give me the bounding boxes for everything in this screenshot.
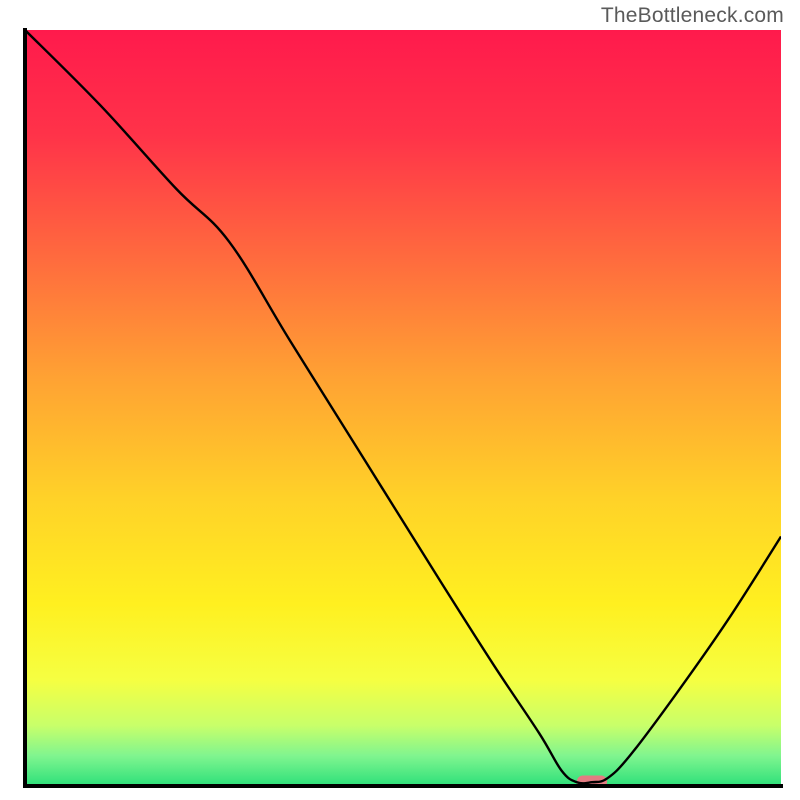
gradient-background	[25, 30, 781, 786]
chart-container: TheBottleneck.com	[0, 0, 800, 800]
watermark: TheBottleneck.com	[601, 4, 784, 28]
bottleneck-chart	[0, 0, 800, 800]
